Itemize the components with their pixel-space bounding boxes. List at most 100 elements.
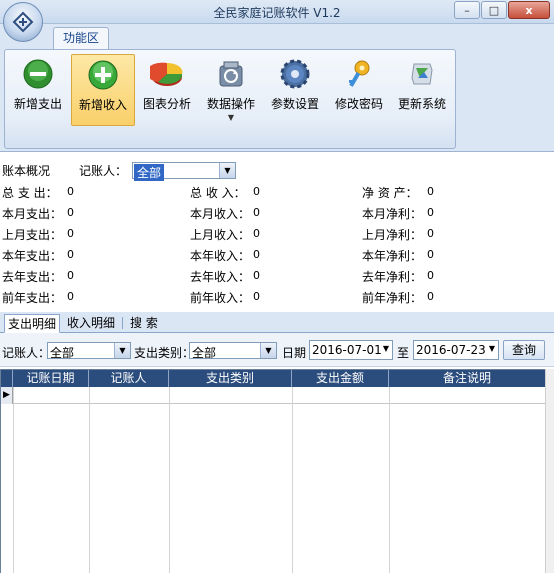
last-month-expense-label: 上月支出： [2,228,63,242]
change-password-label: 修改密码 [334,97,383,111]
total-expense-label: 总 支 出： [2,186,58,200]
net-assets-label: 净 资 产： [362,186,418,200]
year-before-income-label: 前年收入： [190,291,251,305]
add-income-button[interactable]: 新增收入 [71,54,135,126]
net-assets-value: 0 [427,185,434,198]
date-to-picker[interactable]: 2016-07-23 ▼ [413,340,499,360]
chevron-down-icon[interactable]: ▼ [489,344,495,353]
parameter-settings-button[interactable]: 参数设置 [267,54,323,126]
filter-date-label: 日期 [282,346,307,360]
filter-to-label: 至 [397,346,410,360]
add-expense-label: 新增支出 [13,97,62,111]
chevron-down-icon[interactable]: ▼ [219,163,235,178]
data-operation-button[interactable]: 数据操作 ▼ [201,54,261,126]
last-year-income-label: 去年收入： [190,270,251,284]
update-system-label: 更新系统 [397,97,446,111]
total-income-label: 总 收 入： [190,186,246,200]
chevron-down-icon[interactable]: ▼ [114,343,130,358]
month-net-value: 0 [427,206,434,219]
column-header[interactable]: 支出类别 [169,370,292,387]
update-icon [405,57,439,91]
last-year-expense-label: 去年支出： [2,270,63,284]
title-bar: 全民家庭记账软件 V1.2 – □ x [0,0,554,24]
tab-expense-detail[interactable]: 支出明细 [4,314,61,333]
gear-icon [278,57,312,91]
year-income-value: 0 [253,248,260,261]
change-password-button[interactable]: 修改密码 [331,54,387,126]
chevron-down-icon[interactable]: ▼ [260,343,276,358]
add-expense-button[interactable]: 新增支出 [7,54,69,126]
update-system-button[interactable]: 更新系统 [393,54,451,126]
tab-income-detail[interactable]: 收入明细 [64,314,118,333]
last-month-net-value: 0 [427,227,434,240]
ribbon: 功能区 新增支出 新增收入 图表分析 数据操作 ▼ 参数设置 修改密码 更新系统 [0,24,554,152]
ribbon-panel: 新增支出 新增收入 图表分析 数据操作 ▼ 参数设置 修改密码 更新系统 [4,49,456,149]
total-income-value: 0 [253,185,260,198]
maximize-button[interactable]: □ [481,1,507,19]
minus-circle-icon [21,57,55,91]
grid-corner [1,370,13,387]
tab-divider [122,317,123,329]
year-before-income-value: 0 [253,290,260,303]
add-income-label: 新增收入 [78,98,127,112]
date-from-value: 2016-07-01 [312,343,382,357]
summary-recorder-value: 全部 [134,164,165,181]
column-header[interactable]: 支出金额 [292,370,389,387]
month-expense-label: 本月支出： [2,207,63,221]
last-month-net-label: 上月净利： [362,228,423,242]
pie-chart-icon [150,57,184,91]
parameter-settings-label: 参数设置 [270,97,319,111]
filter-recorder-select[interactable]: 全部 ▼ [47,342,131,360]
month-net-label: 本月净利： [362,207,423,221]
month-income-value: 0 [253,206,260,219]
grid-line [389,387,390,573]
detail-tabs: 支出明细 收入明细 搜 索 [0,312,554,333]
year-before-net-label: 前年净利： [362,291,423,305]
column-header[interactable]: 记账日期 [13,370,89,387]
year-before-expense-value: 0 [67,290,74,303]
filter-category-select[interactable]: 全部 ▼ [189,342,277,360]
query-button[interactable]: 查询 [503,340,545,360]
last-year-net-label: 去年净利： [362,270,423,284]
year-expense-label: 本年支出： [2,249,63,263]
database-refresh-icon [214,57,248,91]
grid-line [89,387,90,573]
last-year-net-value: 0 [427,269,434,282]
total-expense-value: 0 [67,185,74,198]
summary-recorder-select[interactable]: 全部 ▼ [132,162,236,181]
chart-analysis-label: 图表分析 [142,97,191,111]
last-month-income-value: 0 [253,227,260,240]
vertical-scrollbar[interactable] [545,369,554,573]
date-from-picker[interactable]: 2016-07-01 ▼ [309,340,393,360]
account-summary: 账本概况 记账人： 全部 ▼ 总 支 出： 0 总 收 入： 0 净 资 产： … [0,152,554,312]
filter-recorder-value: 全部 [50,346,75,360]
year-net-label: 本年净利： [362,249,423,263]
minimize-button[interactable]: – [454,1,480,19]
current-row-indicator-icon: ▶ [1,387,13,404]
tab-function-area[interactable]: 功能区 [53,27,109,49]
last-year-expense-value: 0 [67,269,74,282]
recorder-label: 记账人： [79,164,128,178]
column-header[interactable]: 记账人 [89,370,169,387]
column-header[interactable]: 备注说明 [389,370,545,387]
grid-line [169,387,170,573]
date-to-value: 2016-07-23 [416,343,486,357]
expense-grid[interactable]: 记账日期 记账人 支出类别 支出金额 备注说明 ▶ [0,369,545,573]
chevron-down-icon[interactable]: ▼ [383,344,389,353]
plus-circle-icon [86,58,120,92]
month-expense-value: 0 [67,206,74,219]
tab-search[interactable]: 搜 索 [127,314,161,333]
chart-analysis-button[interactable]: 图表分析 [139,54,195,126]
app-menu-button[interactable] [3,2,43,42]
filter-recorder-label: 记账人： [2,346,51,360]
data-operation-label: 数据操作 [206,97,255,111]
last-month-income-label: 上月收入： [190,228,251,242]
grid-header: 记账日期 记账人 支出类别 支出金额 备注说明 [1,370,545,387]
summary-title: 账本概况 [2,164,51,178]
close-button[interactable]: x [508,1,550,19]
grid-line [292,387,293,573]
filter-bar: 记账人： 全部 ▼ 支出类别： 全部 ▼ 日期 2016-07-01 ▼ 至 2… [0,333,554,367]
app-logo-icon [12,11,34,33]
table-row[interactable]: ▶ [1,387,545,404]
filter-category-label: 支出类别： [134,346,195,360]
